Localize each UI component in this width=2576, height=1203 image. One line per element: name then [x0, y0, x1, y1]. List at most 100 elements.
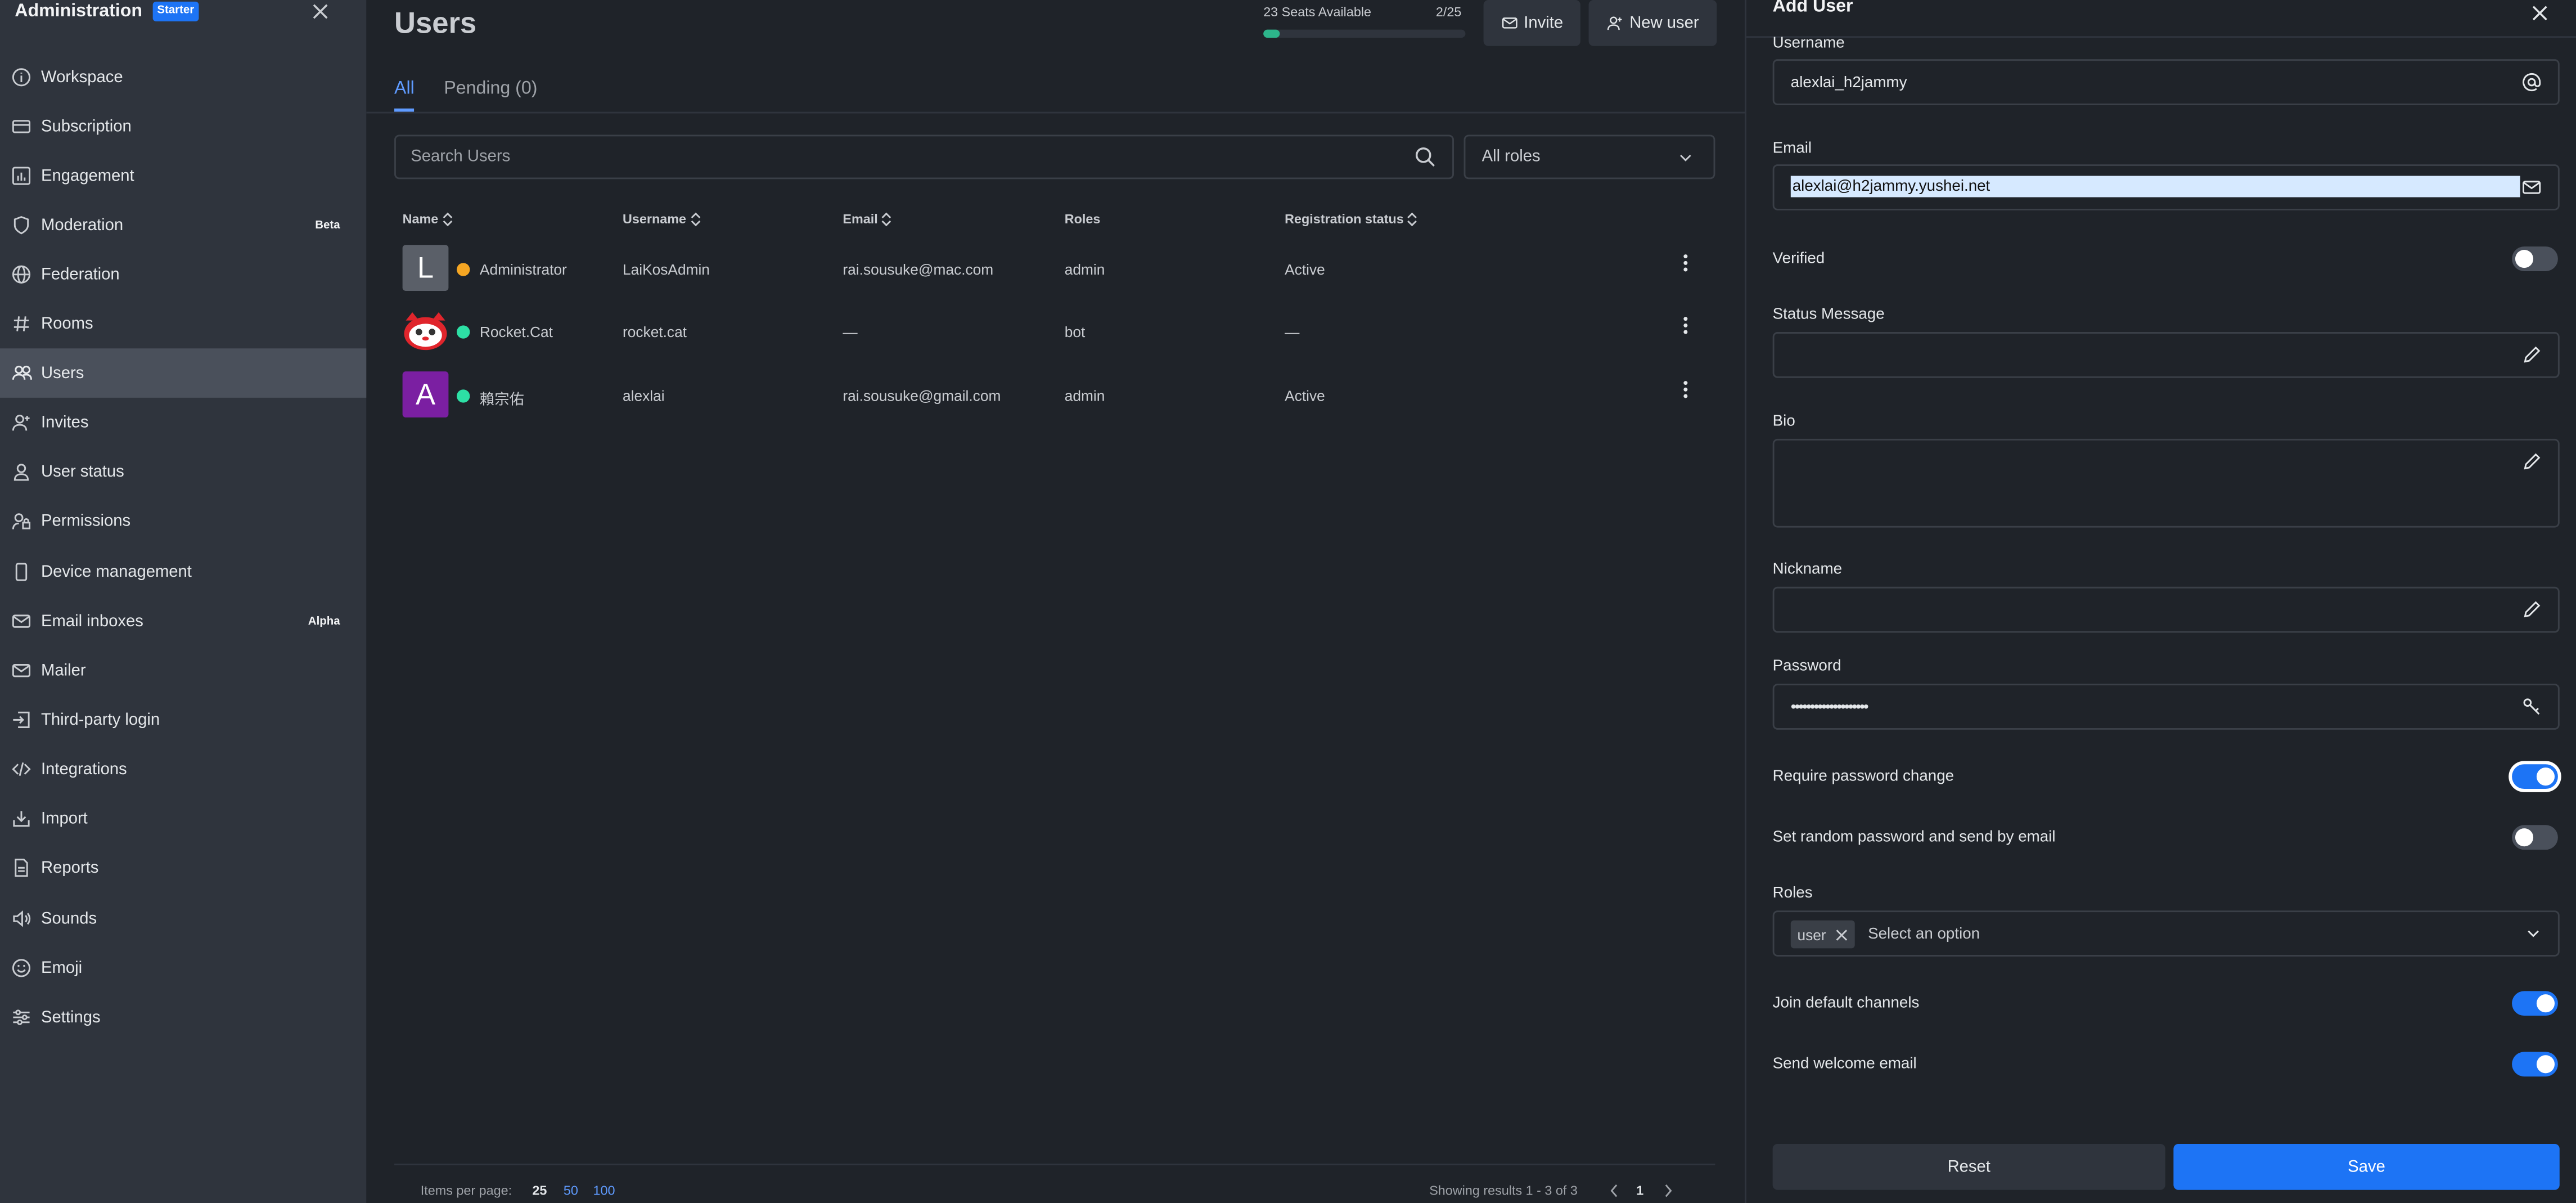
search-icon[interactable]: [1415, 146, 1436, 168]
globe-icon: [10, 263, 33, 286]
send-welcome-email-toggle[interactable]: [2512, 1052, 2558, 1077]
sidebar-item-label: Engagement: [41, 167, 134, 185]
sidebar-item-mailer[interactable]: Mailer: [0, 646, 366, 695]
sidebar-item-users[interactable]: Users: [0, 348, 367, 398]
sidebar-item-device-management[interactable]: Device management: [0, 547, 366, 597]
sidebar-item-third-party-login[interactable]: Third-party login: [0, 695, 366, 745]
password-label: Password: [1772, 657, 1841, 676]
sidebar-item-email-inboxes[interactable]: Email inboxes Alpha: [0, 596, 366, 646]
verified-toggle[interactable]: [2512, 246, 2558, 271]
require-password-change-toggle[interactable]: [2512, 764, 2558, 789]
user-email: rai.sousuke@mac.com: [843, 261, 994, 278]
sidebar-item-user-status[interactable]: User status: [0, 447, 366, 496]
close-icon[interactable]: [1834, 928, 1847, 941]
password-field[interactable]: ••••••••••••••••••••: [1772, 684, 2560, 730]
sidebar-item-integrations[interactable]: Integrations: [0, 744, 366, 794]
table-row[interactable]: L Administrator LaiKosAdmin rai.sousuke@…: [394, 239, 1715, 301]
table-row[interactable]: Rocket.Cat rocket.cat — bot —: [394, 301, 1715, 363]
info-circle-icon: [10, 66, 33, 89]
status-message-field[interactable]: [1772, 332, 2560, 378]
current-page[interactable]: 1: [1636, 1183, 1643, 1198]
toggle-knob: [2515, 249, 2534, 268]
username-value: alexlai_h2jammy: [1790, 74, 1907, 92]
beta-tag: Beta: [315, 219, 340, 231]
avatar: A: [402, 371, 449, 418]
user-roles: bot: [1064, 324, 1086, 340]
invite-button[interactable]: Invite: [1483, 0, 1580, 46]
sidebar-item-label: Rooms: [41, 315, 93, 333]
search-box: [394, 134, 1454, 179]
user-roles: admin: [1064, 261, 1105, 278]
column-header-label: Roles: [1064, 212, 1101, 227]
email-field[interactable]: alexlai@h2jammy.yushei.net: [1772, 164, 2560, 210]
sidebar-item-reports[interactable]: Reports: [0, 843, 366, 892]
column-header-email[interactable]: Email: [843, 212, 893, 227]
page-size-25[interactable]: 25: [532, 1183, 547, 1198]
page-size-100[interactable]: 100: [593, 1183, 615, 1198]
nickname-field[interactable]: [1772, 586, 2560, 633]
new-user-button[interactable]: New user: [1588, 0, 1717, 46]
roles-filter-value: All roles: [1481, 147, 1541, 167]
sidebar-item-rooms[interactable]: Rooms: [0, 299, 366, 349]
chevron-left-icon[interactable]: [1609, 1183, 1620, 1198]
toggle-knob: [2515, 828, 2534, 847]
more-options-icon[interactable]: [1674, 314, 1697, 340]
table-row[interactable]: A 賴宗佑 alexlai rai.sousuke@gmail.com admi…: [394, 365, 1715, 427]
sound-icon: [10, 907, 33, 930]
page-size-50[interactable]: 50: [564, 1183, 578, 1198]
search-input[interactable]: [395, 136, 1453, 178]
bio-field[interactable]: [1772, 438, 2560, 528]
sidebar-item-label: Permissions: [41, 511, 131, 530]
join-default-channels-toggle[interactable]: [2512, 991, 2558, 1016]
sidebar-item-invites[interactable]: Invites: [0, 398, 366, 447]
column-header-name[interactable]: Name: [403, 212, 453, 227]
hashtag-icon: [10, 312, 33, 335]
sidebar-item-sounds[interactable]: Sounds: [0, 894, 366, 944]
sidebar-item-import[interactable]: Import: [0, 794, 366, 843]
status-online-dot: [457, 325, 470, 339]
sidebar-item-workspace[interactable]: Workspace: [0, 52, 366, 102]
card-icon: [10, 115, 33, 138]
sidebar-item-label: Settings: [41, 1008, 101, 1027]
user-registration-status: Active: [1285, 388, 1325, 405]
tab-pending[interactable]: Pending (0): [444, 79, 537, 111]
close-panel-button[interactable]: [2532, 0, 2555, 21]
mail-icon: [10, 659, 33, 682]
roles-filter-select[interactable]: All roles: [1463, 134, 1715, 179]
mail-icon: [10, 610, 33, 633]
sidebar-item-label: User status: [41, 463, 124, 481]
username-field[interactable]: alexlai_h2jammy: [1772, 59, 2560, 105]
join-default-channels-label: Join default channels: [1772, 994, 1920, 1013]
close-icon: [2532, 6, 2547, 21]
random-password-toggle[interactable]: [2512, 825, 2558, 850]
chart-icon: [10, 164, 33, 187]
seats-count: 2/25: [1435, 5, 1462, 20]
panel-header-divider: [1746, 36, 2576, 38]
close-sidebar-button[interactable]: [310, 0, 337, 23]
more-options-icon[interactable]: [1674, 378, 1697, 405]
roles-select[interactable]: user Select an option: [1772, 910, 2560, 957]
sidebar-item-label: Invites: [41, 413, 89, 432]
sidebar-item-federation[interactable]: Federation: [0, 250, 366, 299]
save-button[interactable]: Save: [2173, 1143, 2560, 1190]
at-icon: [2523, 73, 2541, 92]
sidebar-item-label: Users: [41, 363, 84, 383]
tab-all[interactable]: All: [394, 79, 415, 112]
column-header-label: Username: [623, 212, 687, 227]
sidebar-item-subscription[interactable]: Subscription: [0, 102, 366, 151]
sidebar-item-settings[interactable]: Settings: [0, 993, 366, 1042]
sidebar-item-label: Third-party login: [41, 711, 160, 729]
key-icon: [2523, 698, 2540, 715]
user-email: rai.sousuke@gmail.com: [843, 388, 1001, 405]
chevron-right-icon[interactable]: [1663, 1183, 1674, 1198]
sidebar-item-moderation[interactable]: Moderation Beta: [0, 200, 366, 250]
column-header-registration-status[interactable]: Registration status: [1285, 212, 1418, 227]
sidebar-item-emoji[interactable]: Emoji: [0, 944, 366, 993]
reset-button[interactable]: Reset: [1772, 1143, 2165, 1190]
user-lock-icon: [10, 509, 33, 532]
sidebar-item-permissions[interactable]: Permissions: [0, 496, 366, 546]
sidebar-item-engagement[interactable]: Engagement: [0, 151, 366, 201]
column-header-username[interactable]: Username: [623, 212, 701, 227]
user-name: 賴宗佑: [479, 391, 524, 408]
more-options-icon[interactable]: [1674, 252, 1697, 278]
